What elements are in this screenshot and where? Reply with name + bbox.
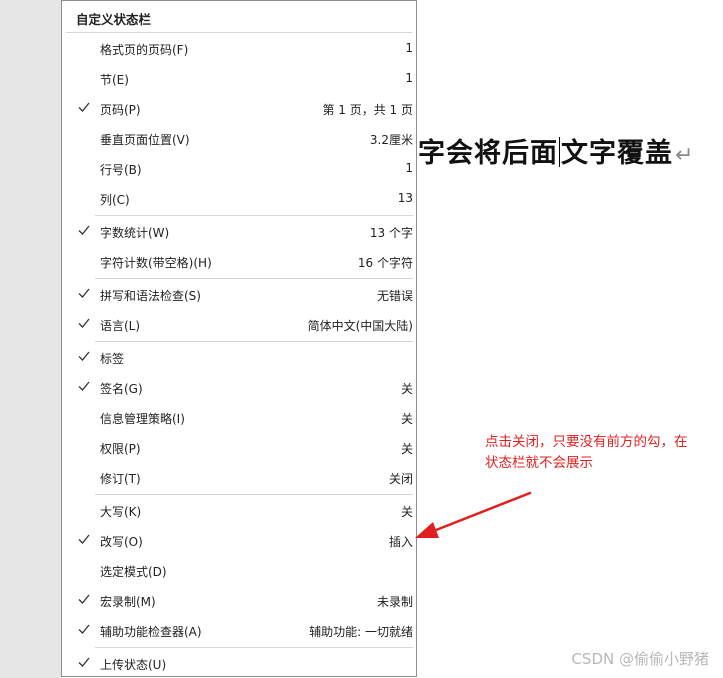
menu-item-label: 行号(B)	[100, 163, 142, 177]
menu-item-value: 未录制	[376, 595, 413, 609]
menu-item-character-count-with-spaces[interactable]: 字符计数(带空格)(H) 16 个字符	[62, 246, 416, 276]
menu-item-formatted-page-number[interactable]: 格式页的页码(F) 1	[62, 33, 416, 63]
menu-item-word-count[interactable]: 字数统计(W) 13 个字	[62, 216, 416, 246]
menu-item-label: 辅助功能检查器(A)	[100, 625, 202, 639]
menu-item-label: 垂直页面位置(V)	[100, 133, 190, 147]
menu-item-label: 页码(P)	[100, 103, 141, 117]
checkmark-icon	[78, 351, 90, 361]
checkmark-icon	[78, 288, 90, 298]
menu-item-value: 1	[405, 71, 413, 85]
checkmark-icon	[78, 318, 90, 328]
menu-item-track-changes[interactable]: 修订(T) 关闭	[62, 462, 416, 492]
menu-item-label: 节(E)	[100, 73, 129, 87]
menu-item-label: 字数统计(W)	[100, 226, 170, 240]
checkmark-icon	[78, 381, 90, 391]
menu-item-information-management-policy[interactable]: 信息管理策略(I) 关	[62, 402, 416, 432]
annotation-note: 点击关闭，只要没有前方的勾，在状态栏就不会展示	[485, 434, 688, 471]
menu-item-overtype[interactable]: 改写(O) 插入	[62, 525, 416, 555]
menu-item-value: 1	[405, 41, 413, 55]
menu-item-value: 1	[405, 161, 413, 175]
menu-item-accessibility-checker[interactable]: 辅助功能检查器(A) 辅助功能: 一切就绪	[62, 615, 416, 645]
menu-item-label: 拼写和语法检查(S)	[100, 289, 201, 303]
checkmark-icon	[78, 657, 90, 667]
menu-item-label: 列(C)	[100, 193, 130, 207]
menu-item-value: 16 个字符	[357, 256, 413, 270]
menu-item-spelling-grammar-check[interactable]: 拼写和语法检查(S) 无错误	[62, 279, 416, 309]
menu-item-label: 宏录制(M)	[100, 595, 156, 609]
menu-item-value: 13 个字	[369, 226, 413, 240]
menu-item-value: 关	[400, 442, 413, 456]
menu-item-label: 格式页的页码(F)	[100, 43, 189, 57]
menu-item-permissions[interactable]: 权限(P) 关	[62, 432, 416, 462]
menu-item-value: 无错误	[376, 289, 413, 303]
menu-item-page-number[interactable]: 页码(P) 第 1 页，共 1 页	[62, 93, 416, 123]
menu-item-value: 简体中文(中国大陆)	[307, 319, 413, 333]
document-text-after-cursor: 文字覆盖	[561, 138, 673, 169]
menu-item-label: 上传状态(U)	[100, 658, 167, 672]
document-text-before-cursor: 字会将后面	[418, 138, 558, 169]
checkmark-icon	[78, 624, 90, 634]
menu-item-selection-mode[interactable]: 选定模式(D)	[62, 555, 416, 585]
menu-item-label: 字符计数(带空格)(H)	[100, 256, 212, 270]
menu-item-label: 改写(O)	[100, 535, 143, 549]
menu-item-label: 签名(G)	[100, 382, 143, 396]
text-cursor	[559, 137, 560, 167]
menu-item-caps-lock[interactable]: 大写(K) 关	[62, 495, 416, 525]
document-text-line: 字会将后面 文字覆盖↵	[418, 131, 694, 170]
checkmark-icon	[78, 534, 90, 544]
checkmark-icon	[78, 102, 90, 112]
menu-item-macro-recording[interactable]: 宏录制(M) 未录制	[62, 585, 416, 615]
menu-item-vertical-page-position[interactable]: 垂直页面位置(V) 3.2厘米	[62, 123, 416, 153]
menu-item-label: 标签	[100, 352, 125, 366]
menu-item-label: 修订(T)	[100, 472, 141, 486]
menu-item-value: 辅助功能: 一切就绪	[309, 625, 413, 639]
menu-item-label: 大写(K)	[100, 505, 142, 519]
menu-item-label: 权限(P)	[100, 442, 141, 456]
menu-item-section[interactable]: 节(E) 1	[62, 63, 416, 93]
checkmark-icon	[78, 225, 90, 235]
menu-title: 自定义状态栏	[76, 12, 152, 27]
menu-item-value: 关	[400, 412, 413, 426]
annotation-arrow-icon	[415, 491, 532, 538]
menu-item-label: 信息管理策略(I)	[100, 412, 185, 426]
menu-item-upload-status[interactable]: 上传状态(U)	[62, 648, 416, 678]
menu-item-value: 关	[400, 382, 413, 396]
customize-status-bar-menu: 自定义状态栏 格式页的页码(F) 1 节(E) 1 页码(P) 第 1 页，共 1 页垂直…	[61, 0, 417, 677]
menu-item-value: 第 1 页，共 1 页	[322, 103, 413, 117]
menu-item-labels[interactable]: 标签	[62, 342, 416, 372]
menu-item-column[interactable]: 列(C) 13	[62, 183, 416, 213]
menu-item-signatures[interactable]: 签名(G) 关	[62, 372, 416, 402]
menu-item-line-number[interactable]: 行号(B) 1	[62, 153, 416, 183]
left-background	[0, 0, 62, 678]
paragraph-mark-icon: ↵	[675, 143, 695, 168]
menu-item-value: 13	[397, 191, 413, 205]
menu-item-language[interactable]: 语言(L) 简体中文(中国大陆)	[62, 309, 416, 339]
menu-item-value: 3.2厘米	[369, 133, 413, 147]
watermark: CSDN @偷偷小野猪	[571, 650, 709, 668]
menu-item-label: 选定模式(D)	[100, 565, 167, 579]
menu-item-label: 语言(L)	[100, 319, 141, 333]
checkmark-icon	[78, 594, 90, 604]
menu-item-value: 关闭	[388, 472, 413, 486]
